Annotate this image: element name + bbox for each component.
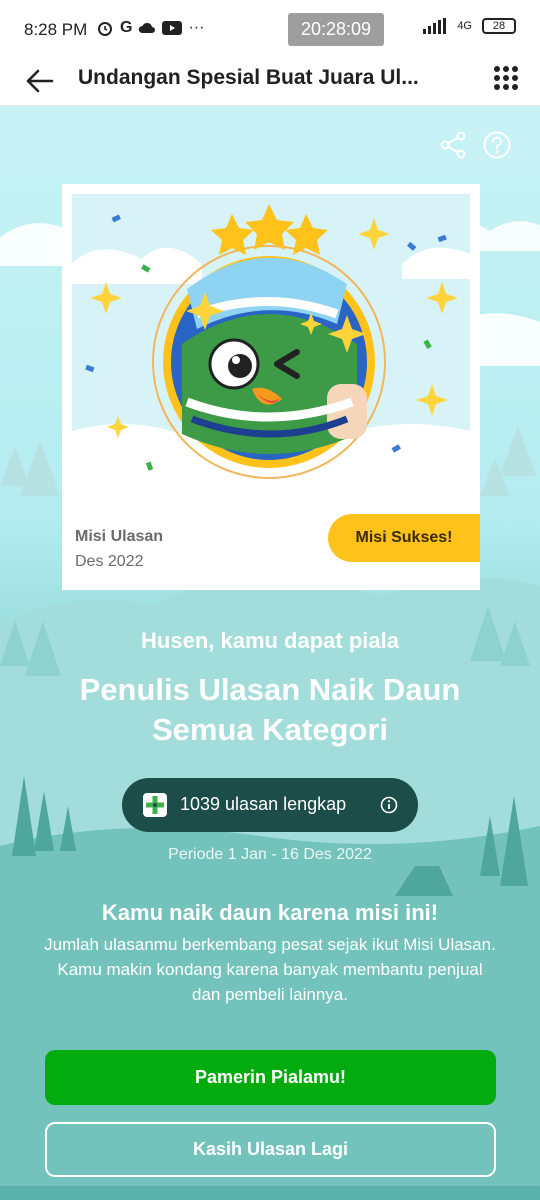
review-count-text: 1039 ulasan lengkap xyxy=(180,794,347,814)
clock-badge: 20:28:09 xyxy=(288,13,384,46)
menu-grid-icon[interactable] xyxy=(494,66,518,90)
show-off-trophy-button[interactable]: Pamerin Pialamu! xyxy=(45,1050,496,1105)
greeting-text: Husen, kamu dapat piala xyxy=(141,628,399,653)
more-notifications-icon: ··· xyxy=(188,19,205,36)
status-notification-icons: G ··· xyxy=(96,19,204,37)
youtube-icon xyxy=(162,21,183,35)
trophy-illustration xyxy=(72,194,470,494)
reason-title: Kamu naik daun karena misi ini! xyxy=(101,900,439,925)
mission-status-badge: Misi Sukses! xyxy=(328,514,480,562)
google-icon: G xyxy=(120,19,133,36)
status-bar: 8:28 PM G ··· 20:28:09 4G 28 xyxy=(0,0,540,58)
status-time: 8:28 PM xyxy=(24,20,88,39)
back-arrow-icon[interactable] xyxy=(22,64,56,98)
mission-date: Des 2022 xyxy=(75,553,144,570)
app-bar: Undangan Spesial Buat Juara Ul... xyxy=(0,58,540,106)
cloud-icon xyxy=(139,22,156,33)
alarm-icon xyxy=(98,22,112,36)
share-icon[interactable] xyxy=(438,130,468,160)
status-system-icons: 4G 28 xyxy=(423,18,516,34)
help-icon[interactable] xyxy=(482,130,512,160)
battery-icon: 28 xyxy=(482,18,516,34)
network-type: 4G xyxy=(457,20,472,32)
mission-category: Misi Ulasan xyxy=(75,528,164,545)
trophy-name: Penulis Ulasan Naik Daun Semua Kategori xyxy=(79,672,461,747)
main-content: Misi Ulasan Des 2022 Misi Sukses! Husen,… xyxy=(0,106,540,1200)
review-count-pill[interactable]: 1039 ulasan lengkap xyxy=(122,778,418,832)
review-count-icon xyxy=(143,793,167,817)
page-title: Undangan Spesial Buat Juara Ul... xyxy=(78,66,419,89)
period-text: Periode 1 Jan - 16 Des 2022 xyxy=(168,846,372,863)
reason-body: Jumlah ulasanmu berkembang pesat sejak i… xyxy=(44,935,496,1004)
write-review-button[interactable]: Kasih Ulasan Lagi xyxy=(45,1122,496,1177)
trophy-card: Misi Ulasan Des 2022 Misi Sukses! xyxy=(62,184,480,590)
signal-icon xyxy=(423,18,447,34)
info-icon[interactable] xyxy=(380,796,398,814)
